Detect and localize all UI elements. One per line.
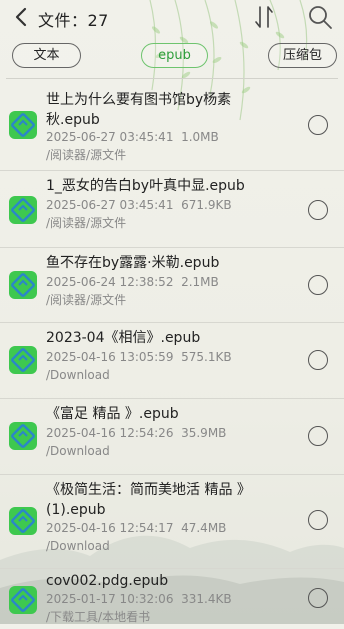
select-radio[interactable] — [308, 115, 328, 135]
file-date-size: 2025-04-16 12:54:17 47.4MB — [46, 519, 226, 537]
list-item[interactable]: 鱼不存在by露露·米勒.epub 2025-06-24 12:38:52 2.1… — [0, 248, 344, 323]
back-arrow-icon[interactable] — [10, 5, 34, 29]
tab-text[interactable]: 文本 — [12, 43, 81, 68]
file-path: /Download — [46, 539, 110, 553]
tab-archive[interactable]: 压缩包 — [268, 43, 337, 68]
file-size: 1.0MB — [181, 130, 219, 144]
file-size: 331.4KB — [181, 592, 232, 606]
file-date: 2025-01-17 10:32:06 — [46, 592, 174, 606]
list-item[interactable]: 世上为什么要有图书馆by杨素秋.epub 2025-06-27 03:45:41… — [0, 79, 344, 171]
list-item[interactable]: 1_恶女的告白by叶真中显.epub 2025-06-27 03:45:41 6… — [0, 171, 344, 248]
file-list: 世上为什么要有图书馆by杨素秋.epub 2025-06-27 03:45:41… — [0, 79, 344, 629]
file-path: /阅读器/源文件 — [46, 216, 127, 230]
file-name: 世上为什么要有图书馆by杨素秋.epub — [46, 92, 232, 128]
file-name: 鱼不存在by露露·米勒.epub — [46, 255, 220, 271]
list-item[interactable]: 《极简生活：简而美地活 精品 》(1).epub 2025-04-16 12:5… — [0, 475, 344, 569]
select-radio[interactable] — [308, 426, 328, 446]
epub-file-icon — [9, 271, 37, 299]
file-date: 2025-04-16 12:54:17 — [46, 521, 174, 535]
epub-file-icon — [9, 586, 37, 614]
file-date: 2025-04-16 13:05:59 — [46, 350, 174, 364]
epub-file-icon — [9, 507, 37, 535]
file-date-size: 2025-06-27 03:45:41 671.9KB — [46, 196, 232, 214]
select-radio[interactable] — [308, 350, 328, 370]
file-name: 《富足 精品 》.epub — [46, 406, 179, 422]
file-date-size: 2025-04-16 12:54:26 35.9MB — [46, 424, 226, 442]
list-item[interactable]: 2023-04《相信》.epub 2025-04-16 13:05:59 575… — [0, 323, 344, 399]
file-name: 1_恶女的告白by叶真中显.epub — [46, 178, 245, 194]
file-date: 2025-04-16 12:54:26 — [46, 426, 174, 440]
file-size: 671.9KB — [181, 198, 232, 212]
tab-epub[interactable]: epub — [141, 43, 208, 68]
page-title: 文件：27 — [38, 11, 109, 30]
select-radio[interactable] — [308, 588, 328, 608]
file-date: 2025-06-27 03:45:41 — [46, 130, 174, 144]
select-radio[interactable] — [308, 200, 328, 220]
epub-file-icon — [9, 111, 37, 139]
epub-file-icon — [9, 196, 37, 224]
top-bar: 文件：27 — [0, 0, 344, 34]
epub-file-icon — [9, 422, 37, 450]
file-date: 2025-06-27 03:45:41 — [46, 198, 174, 212]
file-size: 2.1MB — [181, 275, 219, 289]
list-item[interactable]: cov002.pdg.epub 2025-01-17 10:32:06 331.… — [0, 569, 344, 629]
search-icon[interactable] — [306, 3, 334, 31]
file-size: 35.9MB — [181, 426, 227, 440]
file-path: /下载工具/本地看书 — [46, 610, 151, 624]
file-date-size: 2025-01-17 10:32:06 331.4KB — [46, 590, 232, 608]
file-path: /Download — [46, 368, 110, 382]
file-path: /阅读器/源文件 — [46, 293, 127, 307]
file-name: 《极简生活：简而美地活 精品 》(1).epub — [46, 482, 251, 518]
epub-file-icon — [9, 346, 37, 374]
file-size: 47.4MB — [181, 521, 227, 535]
file-date: 2025-06-24 12:38:52 — [46, 275, 174, 289]
list-item[interactable]: 《富足 精品 》.epub 2025-04-16 12:54:26 35.9MB… — [0, 399, 344, 475]
file-date-size: 2025-06-24 12:38:52 2.1MB — [46, 273, 219, 291]
select-radio[interactable] — [308, 510, 328, 530]
file-name: cov002.pdg.epub — [46, 573, 169, 589]
file-path: /阅读器/源文件 — [46, 148, 127, 162]
sort-icon[interactable] — [252, 4, 276, 30]
file-name: 2023-04《相信》.epub — [46, 330, 201, 346]
file-size: 575.1KB — [181, 350, 232, 364]
select-radio[interactable] — [308, 275, 328, 295]
file-date-size: 2025-04-16 13:05:59 575.1KB — [46, 348, 232, 366]
file-date-size: 2025-06-27 03:45:41 1.0MB — [46, 128, 219, 146]
file-path: /Download — [46, 444, 110, 458]
